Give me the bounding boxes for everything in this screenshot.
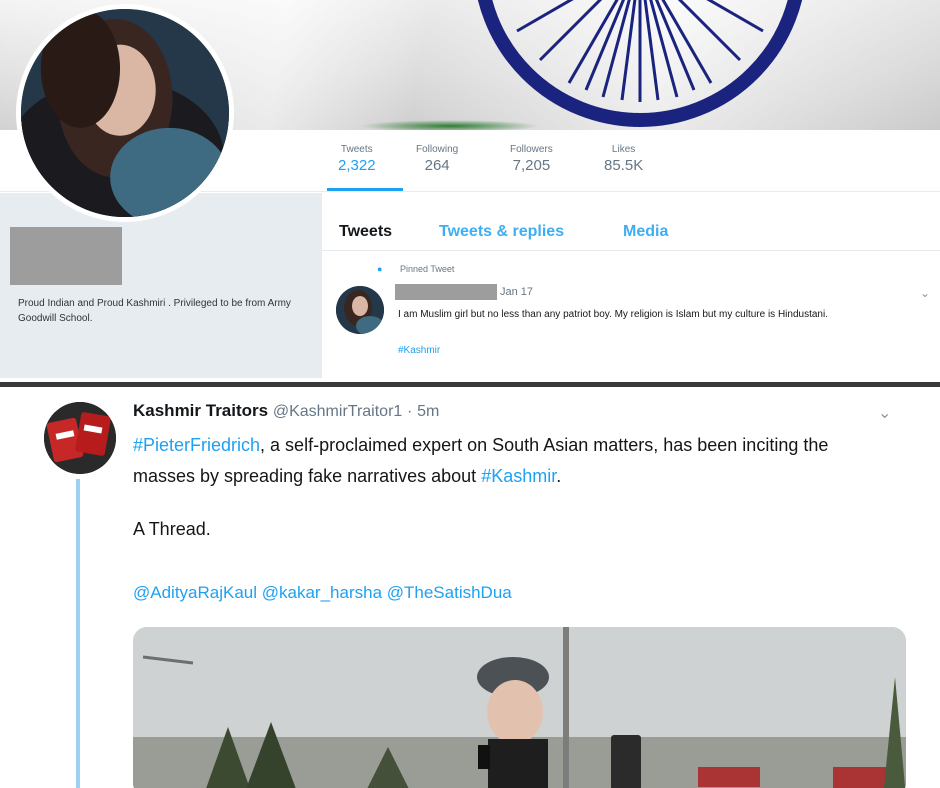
profile-avatar[interactable] [16, 4, 234, 222]
tweet-time[interactable]: 5m [417, 403, 439, 420]
avatar-photo [21, 9, 229, 217]
separator-dot: · [407, 403, 413, 420]
tweet-text-end: . [556, 466, 562, 486]
tweet-header: Kashmir Traitors @KashmirTraitor1 · 5m [133, 401, 439, 421]
tweet-media-image[interactable] [133, 627, 906, 788]
pinned-tweet-hashtag[interactable]: #Kashmir [398, 345, 440, 356]
stat-following[interactable]: Following 264 [416, 144, 458, 174]
pin-icon: ● [377, 264, 383, 274]
profile-tabs: Tweets Tweets & replies Media [322, 193, 940, 251]
profile-screenshot: Tweets 2,322 Following 264 Followers 7,2… [0, 0, 940, 388]
redacted-name [10, 227, 122, 285]
tab-tweets-replies[interactable]: Tweets & replies [439, 223, 564, 241]
chevron-down-icon[interactable]: ⌄ [878, 403, 891, 423]
protest-photo [133, 627, 906, 788]
tweet-mentions[interactable]: @AdityaRajKaul @kakar_harsha @TheSatishD… [133, 583, 512, 603]
tweets-panel: Tweets Tweets & replies Media ● Pinned T… [322, 193, 940, 378]
pinned-tweet-date[interactable]: Jan 17 [500, 286, 533, 298]
pinned-tweet-avatar[interactable] [336, 286, 384, 334]
author-handle[interactable]: @KashmirTraitor1 [273, 403, 402, 420]
stat-tweets[interactable]: Tweets 2,322 [338, 144, 376, 174]
pinned-tweet-text: I am Muslim girl but no less than any pa… [398, 309, 828, 320]
tab-tweets[interactable]: Tweets [339, 223, 392, 241]
profile-bio: Proud Indian and Proud Kashmiri . Privil… [18, 298, 291, 324]
hashtag-link[interactable]: #PieterFriedrich [133, 435, 260, 455]
author-avatar[interactable] [44, 402, 116, 474]
tweet-body: #PieterFriedrich, a self-proclaimed expe… [133, 430, 893, 492]
redacted-author [395, 284, 497, 300]
ashoka-chakra-image [477, 0, 803, 127]
thread-label: A Thread. [133, 519, 211, 539]
chevron-down-icon[interactable]: ⌄ [920, 286, 930, 300]
pinned-tweet-label: Pinned Tweet [400, 264, 455, 274]
stat-likes[interactable]: Likes 85.5K [604, 144, 643, 174]
thread-connector-line [76, 479, 80, 788]
stat-followers[interactable]: Followers 7,205 [510, 144, 553, 174]
profile-info-card: Proud Indian and Proud Kashmiri . Privil… [0, 193, 322, 378]
active-stat-underline [327, 188, 403, 191]
author-name[interactable]: Kashmir Traitors [133, 401, 268, 420]
thread-tweet-screenshot: Kashmir Traitors @KashmirTraitor1 · 5m ⌄… [0, 387, 940, 788]
tab-media[interactable]: Media [623, 223, 668, 241]
hashtag-link[interactable]: #Kashmir [481, 466, 556, 486]
